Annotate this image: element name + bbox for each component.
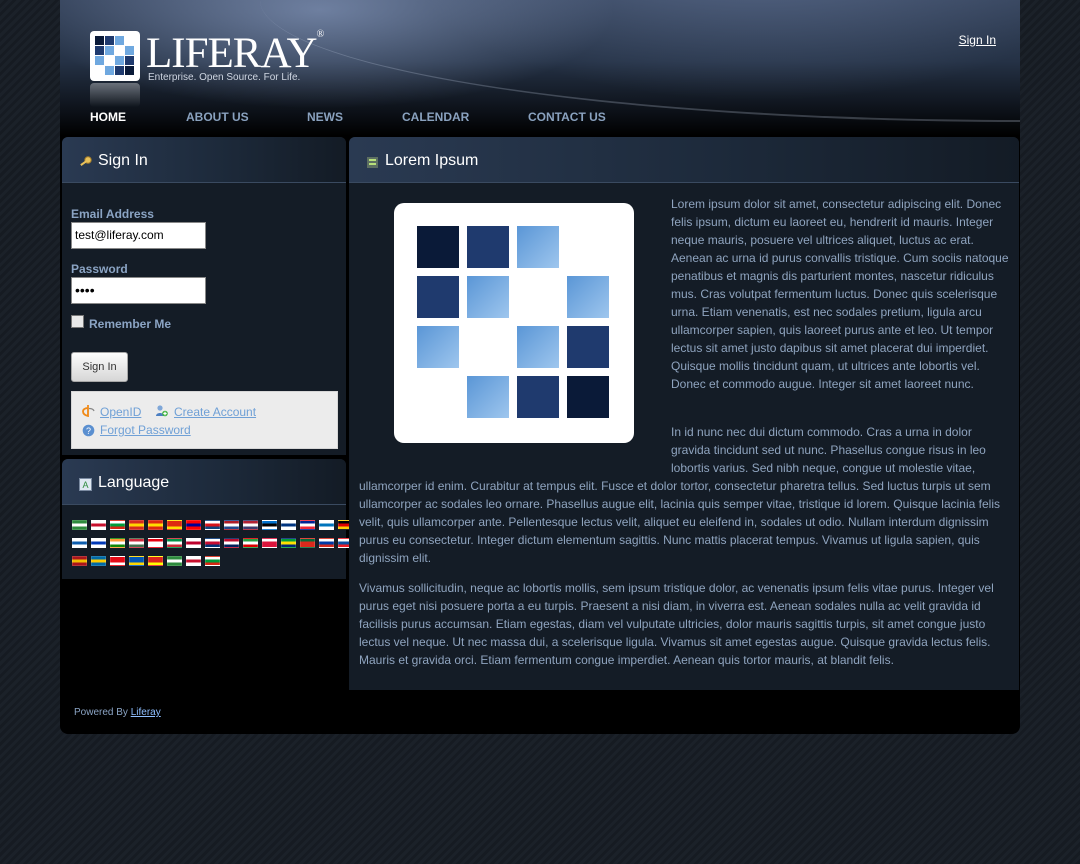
language-flag[interactable] <box>205 556 220 566</box>
lorem-portlet-header: Lorem Ipsum <box>349 137 1019 183</box>
email-label: Email Address <box>71 207 154 221</box>
language-flag[interactable] <box>205 538 220 548</box>
create-account-link[interactable]: Create Account <box>174 405 256 419</box>
language-icon: A <box>79 478 92 491</box>
lorem-paragraph-3: Vivamus sollicitudin, neque ac lobortis … <box>359 581 994 667</box>
sign-in-link[interactable]: Sign In <box>959 33 996 47</box>
password-label: Password <box>71 262 128 276</box>
language-flag[interactable] <box>205 520 220 530</box>
language-flag[interactable] <box>167 538 182 548</box>
language-flag[interactable] <box>224 538 239 548</box>
language-flag[interactable] <box>243 520 258 530</box>
language-flag[interactable] <box>319 520 334 530</box>
lorem-ipsum-portlet: Lorem Ipsum Lorem ipsum dolor sit amet, … <box>349 137 1019 690</box>
language-flag[interactable] <box>129 538 144 548</box>
language-flag[interactable] <box>281 520 296 530</box>
key-icon <box>80 156 92 166</box>
language-flag[interactable] <box>72 520 87 530</box>
language-flag[interactable] <box>262 538 277 548</box>
language-flag[interactable] <box>243 538 258 548</box>
nav-about-us[interactable]: ABOUT US <box>186 110 249 124</box>
help-icon: ? <box>82 424 95 437</box>
remember-me-label: Remember Me <box>89 317 172 331</box>
page-container: LIFERAY® Enterprise. Open Source. For Li… <box>60 0 1020 734</box>
logo-mark <box>90 31 140 81</box>
language-flag[interactable] <box>300 520 315 530</box>
lorem-title: Lorem Ipsum <box>385 152 479 169</box>
banner: LIFERAY® Enterprise. Open Source. For Li… <box>60 0 1020 136</box>
openid-link[interactable]: OpenID <box>100 405 141 419</box>
sign-in-title: Sign In <box>98 152 148 169</box>
password-field[interactable]: •••• <box>71 277 206 304</box>
nav-contact-us[interactable]: CONTACT US <box>528 110 606 124</box>
language-flag[interactable] <box>72 538 87 548</box>
liferay-footer-link[interactable]: Liferay <box>131 707 161 718</box>
language-flag[interactable] <box>167 556 182 566</box>
logo-reflection <box>90 83 140 107</box>
language-flag[interactable] <box>186 556 201 566</box>
language-portlet-header: A Language <box>62 459 346 505</box>
lorem-paragraph-2b: ullamcorper id enim. Curabitur at tempus… <box>359 479 1000 565</box>
language-flag[interactable] <box>91 538 106 548</box>
add-user-icon <box>156 405 168 417</box>
language-flag[interactable] <box>91 520 106 530</box>
language-flag[interactable] <box>110 556 125 566</box>
logo-tagline: Enterprise. Open Source. For Life. <box>148 72 301 83</box>
powered-by-text: Powered By <box>74 707 128 718</box>
language-flag[interactable] <box>319 538 334 548</box>
footer: Powered By Liferay <box>74 707 161 718</box>
language-flag[interactable] <box>186 538 201 548</box>
email-field[interactable]: test@liferay.com <box>71 222 206 249</box>
banner-sweep <box>260 0 1020 122</box>
liferay-logo-image <box>394 203 634 443</box>
remember-me-checkbox[interactable] <box>71 315 84 328</box>
language-flag[interactable] <box>167 520 182 530</box>
nav-home[interactable]: HOME <box>90 110 126 124</box>
liferay-logo[interactable]: LIFERAY® Enterprise. Open Source. For Li… <box>90 29 330 107</box>
sign-in-portlet-header: Sign In <box>62 137 346 183</box>
language-flag[interactable] <box>91 556 106 566</box>
document-icon <box>367 157 378 168</box>
language-flag[interactable] <box>148 556 163 566</box>
sign-in-button[interactable]: Sign In <box>71 352 128 382</box>
svg-text:A: A <box>82 480 88 490</box>
openid-icon <box>82 405 95 417</box>
language-flag[interactable] <box>148 520 163 530</box>
nav-news[interactable]: NEWS <box>307 110 343 124</box>
language-flag[interactable] <box>300 538 315 548</box>
language-flag[interactable] <box>110 538 125 548</box>
language-flag[interactable] <box>224 520 239 530</box>
svg-text:?: ? <box>86 426 91 436</box>
lorem-paragraph-2a: In id nunc nec dui dictum commodo. Cras … <box>671 425 986 475</box>
sign-in-portlet: Sign In Email Address test@liferay.com P… <box>62 137 346 455</box>
forgot-password-link[interactable]: Forgot Password <box>100 423 191 437</box>
language-flag[interactable] <box>148 538 163 548</box>
language-flag[interactable] <box>129 556 144 566</box>
language-flag[interactable] <box>262 520 277 530</box>
language-flag[interactable] <box>281 538 296 548</box>
language-flag[interactable] <box>186 520 201 530</box>
language-flag[interactable] <box>110 520 125 530</box>
language-portlet: A Language <box>62 459 353 579</box>
logo-wordmark: LIFERAY® <box>146 29 324 77</box>
lorem-paragraph-1: Lorem ipsum dolor sit amet, consectetur … <box>671 197 1009 391</box>
language-flag[interactable] <box>129 520 144 530</box>
nav-calendar[interactable]: CALENDAR <box>402 110 469 124</box>
sign-in-links: OpenID Create Account ? Forgot Password <box>71 391 338 449</box>
language-flag[interactable] <box>72 556 87 566</box>
language-title: Language <box>98 474 170 491</box>
